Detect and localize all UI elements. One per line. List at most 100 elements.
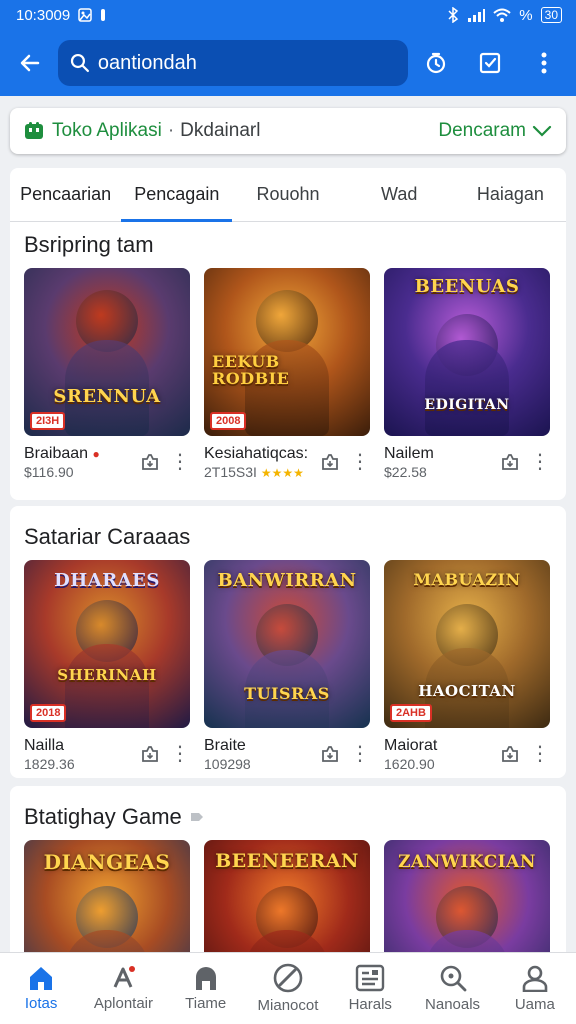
- chevron-down-icon: [532, 125, 552, 137]
- game-art-title: DIANGEAS: [43, 850, 171, 874]
- game-card[interactable]: MABUAZIN HAOCITAN 2AHB Maiorat 1620.90 ⋮: [384, 560, 550, 774]
- hero-body: [425, 340, 509, 436]
- game-price: 1620.90: [384, 756, 435, 772]
- download-box-icon: [322, 454, 338, 470]
- section-title: Satariar Caraaas: [24, 524, 191, 549]
- game-row: DIANGEAS BEENEERAN ZANWIKCIAN: [24, 840, 550, 956]
- search-icon: [440, 965, 466, 992]
- store-dropdown[interactable]: Dencaram: [438, 120, 552, 142]
- nav-item-apps[interactable]: Aplontair: [82, 953, 164, 1024]
- game-section: Bsripring tam SRENNUA 2I3H Braibaan ● $1…: [10, 222, 566, 500]
- filter-button[interactable]: [470, 43, 510, 83]
- game-card[interactable]: DHARAES SHERINAH 2018 Nailla 1829.36 ⋮: [24, 560, 190, 774]
- game-thumbnail[interactable]: EEKUB RODBIE 2008: [204, 268, 370, 436]
- notification-icon: [101, 9, 106, 21]
- gallery-icon: [78, 8, 92, 22]
- download-box-icon: [142, 454, 158, 470]
- search-bar[interactable]: [58, 40, 408, 86]
- more-options-button[interactable]: ⋮: [170, 744, 190, 764]
- game-art-title: BEENEERAN: [215, 850, 359, 872]
- game-name: Braite: [204, 737, 246, 754]
- wifi-icon: [493, 8, 511, 22]
- game-card[interactable]: BEENUAS EDIGITAN Nailem $22.58 ⋮: [384, 268, 550, 482]
- tag-icon: [190, 813, 203, 821]
- game-thumbnail[interactable]: DIANGEAS: [24, 840, 190, 956]
- install-button[interactable]: [500, 452, 520, 472]
- game-name: Kesiahatiqcas:: [204, 445, 309, 462]
- game-card[interactable]: BANWIRRAN TUISRAS Braite 109298 ⋮: [204, 560, 370, 774]
- nav-label: Mianocot: [257, 997, 319, 1014]
- apps-icon: [114, 966, 136, 988]
- game-card[interactable]: EEKUB RODBIE 2008 Kesiahatiqcas: 2T15S3I…: [204, 268, 370, 482]
- download-box-icon: [502, 746, 518, 762]
- game-price: 2T15S3I ★★★★: [204, 464, 304, 480]
- install-button[interactable]: [140, 744, 160, 764]
- install-button[interactable]: [500, 744, 520, 764]
- nav-label: Nanoals: [425, 996, 481, 1013]
- game-thumbnail[interactable]: ZANWIKCIAN: [384, 840, 550, 956]
- nav-item-games[interactable]: Tiame: [165, 953, 247, 1024]
- more-options-button[interactable]: ⋮: [170, 452, 190, 472]
- game-card[interactable]: BEENEERAN: [204, 840, 370, 956]
- game-art-title: ZANWIKCIAN: [398, 852, 536, 872]
- overflow-menu-button[interactable]: [524, 43, 564, 83]
- search-input[interactable]: [97, 51, 396, 75]
- install-button[interactable]: [320, 452, 340, 472]
- store-name: Toko Aplikasi: [52, 120, 162, 141]
- section-title: Bsripring tam: [24, 232, 154, 257]
- rating-stars: ★★★★: [260, 466, 304, 480]
- game-art-caption: HAOCITAN: [418, 682, 516, 700]
- more-options-button[interactable]: ⋮: [350, 452, 370, 472]
- tab-pencaarian[interactable]: Pencaarian: [10, 168, 121, 221]
- game-art-caption: TUISRAS: [244, 684, 330, 703]
- game-thumbnail[interactable]: BEENUAS EDIGITAN: [384, 268, 550, 436]
- game-price: $22.58: [384, 464, 427, 480]
- game-name: Braibaan ●: [24, 445, 100, 462]
- game-card[interactable]: SRENNUA 2I3H Braibaan ● $116.90 ⋮: [24, 268, 190, 482]
- age-badge: 2018: [30, 704, 67, 722]
- nav-item-books[interactable]: Harals: [329, 953, 411, 1024]
- nav-label: Uama: [514, 996, 555, 1013]
- game-name: Maiorat: [384, 737, 438, 754]
- age-badge: 2I3H: [30, 412, 66, 430]
- game-card[interactable]: DIANGEAS: [24, 840, 190, 956]
- app-bar: [0, 30, 576, 96]
- store-dropdown-label: Dencaram: [438, 120, 526, 141]
- back-button[interactable]: [10, 43, 50, 83]
- game-thumbnail[interactable]: BEENEERAN: [204, 840, 370, 956]
- tab-rouohn[interactable]: Rouohn: [232, 168, 343, 221]
- history-icon: [426, 52, 446, 74]
- more-options-button[interactable]: ⋮: [530, 452, 550, 472]
- more-options-button[interactable]: ⋮: [530, 744, 550, 764]
- history-button[interactable]: [416, 43, 456, 83]
- search-icon: [70, 53, 89, 73]
- nav-item-account[interactable]: Uama: [494, 953, 576, 1024]
- game-card[interactable]: ZANWIKCIAN: [384, 840, 550, 956]
- nav-item-home[interactable]: Iotas: [0, 953, 82, 1024]
- game-thumbnail[interactable]: BANWIRRAN TUISRAS: [204, 560, 370, 728]
- tab-haiagan[interactable]: Haiagan: [455, 168, 566, 221]
- more-options-button[interactable]: ⋮: [350, 744, 370, 764]
- game-thumbnail[interactable]: MABUAZIN HAOCITAN 2AHB: [384, 560, 550, 728]
- store-subtitle: Dkdainarl: [180, 120, 261, 141]
- tab-wad[interactable]: Wad: [344, 168, 455, 221]
- game-art-title: EEKUB RODBIE: [212, 352, 290, 388]
- install-button[interactable]: [140, 452, 160, 472]
- signal-icon: [468, 9, 486, 22]
- games-icon: [195, 967, 216, 990]
- nav-item-movies[interactable]: Mianocot: [247, 953, 329, 1024]
- game-row: DHARAES SHERINAH 2018 Nailla 1829.36 ⋮ B…: [24, 560, 550, 774]
- nav-label: Tiame: [185, 995, 227, 1012]
- percent-sign: %: [519, 6, 533, 24]
- nav-item-search[interactable]: Nanoals: [411, 953, 493, 1024]
- nav-label: Harals: [348, 996, 392, 1013]
- install-button[interactable]: [320, 744, 340, 764]
- store-separator: ·: [167, 120, 175, 141]
- game-price: 1829.36: [24, 756, 75, 772]
- game-thumbnail[interactable]: DHARAES SHERINAH 2018: [24, 560, 190, 728]
- game-thumbnail[interactable]: SRENNUA 2I3H: [24, 268, 190, 436]
- game-art-title: SRENNUA: [53, 386, 161, 407]
- tab-label: Pencagain: [134, 184, 220, 204]
- tab-pencagain[interactable]: Pencagain: [121, 168, 233, 222]
- section-title: Btatighay Game: [24, 804, 182, 829]
